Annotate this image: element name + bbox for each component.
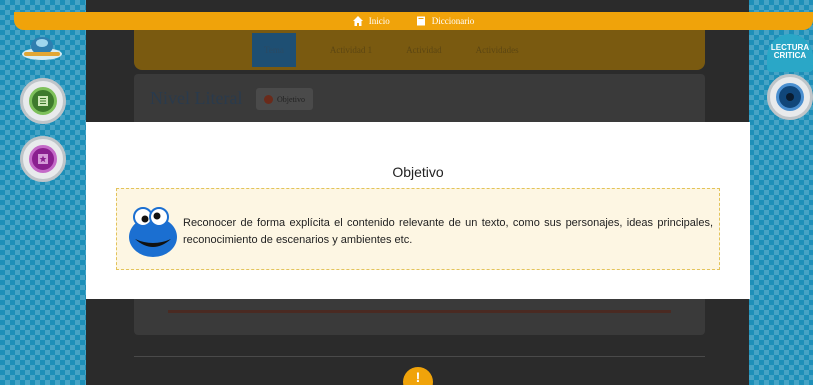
star-button[interactable] — [20, 136, 66, 182]
home-label: Inicio — [368, 16, 390, 26]
home-icon — [352, 16, 363, 26]
cookie-monster-icon — [129, 207, 177, 257]
tab-actividad-1[interactable]: Actividad 1 — [330, 45, 372, 55]
tab-tema[interactable]: Tema — [252, 33, 296, 67]
tab-actividades[interactable]: Actividades — [476, 45, 519, 55]
list-icon — [29, 87, 57, 115]
list-button[interactable] — [20, 78, 66, 124]
section-title: Nivel Literal — [150, 88, 243, 108]
target-icon — [264, 94, 273, 104]
dictionary-link[interactable]: Diccionario — [416, 16, 474, 26]
lectura-critica-logo[interactable]: LECTURA CRITICA — [767, 34, 813, 72]
objective-button-label: Objetivo — [277, 94, 305, 104]
logo-text-line2: CRITICA — [773, 51, 807, 60]
objective-text: Reconocer de forma explícita el contenid… — [183, 217, 713, 246]
page-tabs-panel: Tema Actividad 1 Actividad Actividades — [134, 30, 705, 70]
dictionary-label: Diccionario — [431, 16, 475, 26]
objective-box: Reconocer de forma explícita el contenid… — [116, 188, 720, 270]
divider — [134, 356, 705, 357]
home-link[interactable]: Inicio — [352, 16, 390, 26]
content-strip — [168, 310, 671, 313]
top-menu: Inicio Diccionario — [14, 12, 813, 30]
objective-modal: Objetivo Reconocer de forma explícita el… — [86, 122, 750, 299]
book-icon — [416, 16, 425, 26]
disc-button[interactable] — [767, 74, 813, 120]
modal-title: Objetivo — [392, 164, 444, 180]
objective-button[interactable]: Objetivo — [256, 88, 313, 110]
star-icon — [29, 145, 57, 173]
app-logo-icon[interactable] — [20, 32, 64, 62]
disc-icon — [776, 83, 804, 111]
tab-actividad[interactable]: Actividad — [406, 45, 442, 55]
